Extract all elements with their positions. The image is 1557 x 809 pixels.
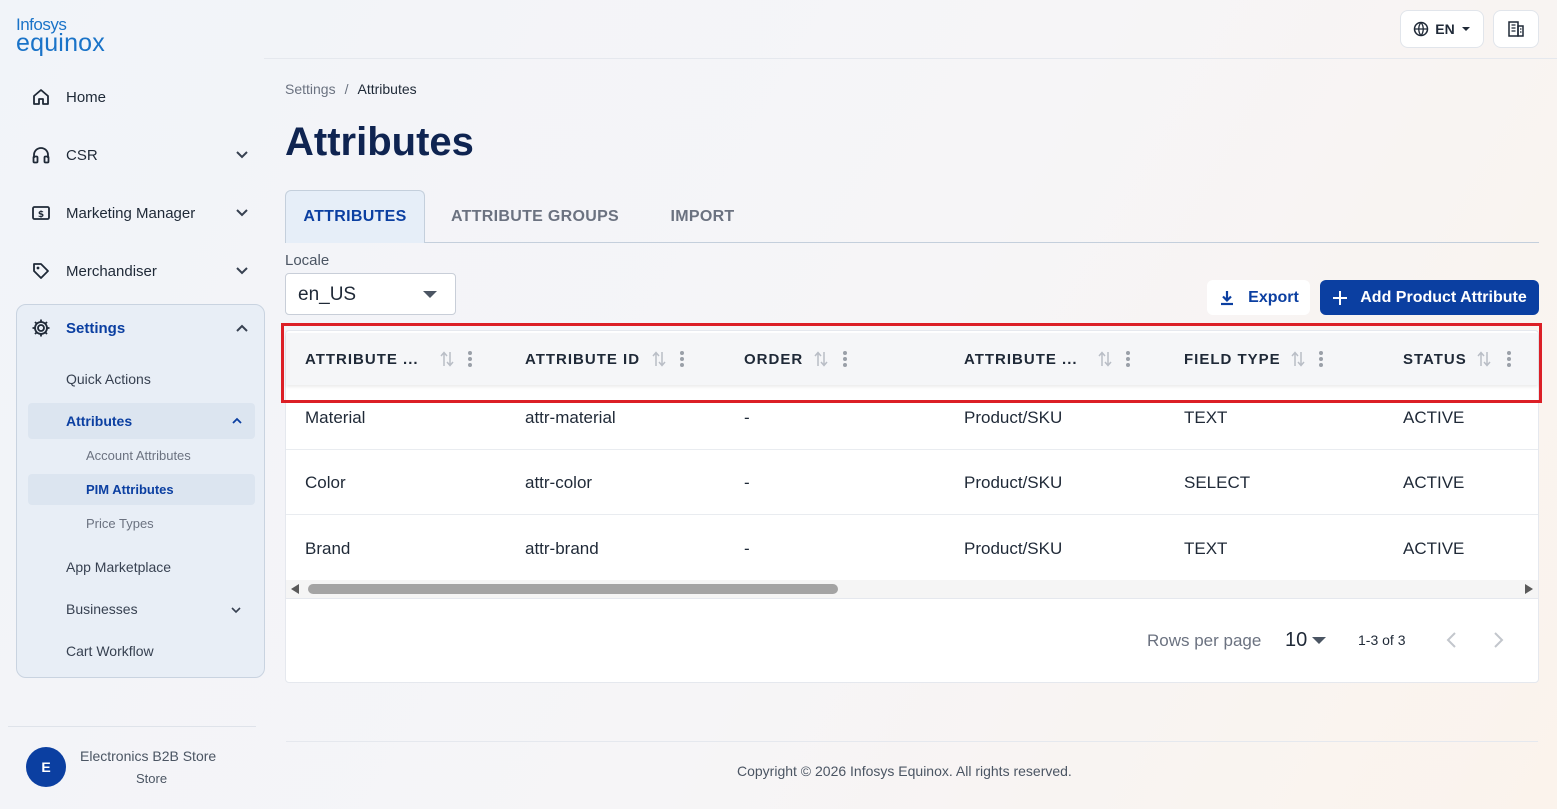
caret-down-icon [1461,27,1470,31]
rows-per-page-select[interactable]: 10 [1285,629,1307,652]
cell-order: - [744,539,750,558]
chevron-down-icon [231,607,241,614]
sidebar-item-label: Settings [66,319,126,337]
chevron-down-icon [236,267,248,275]
tab-import[interactable]: IMPORT [655,190,750,243]
breadcrumb-separator: / [344,81,349,97]
sidebar-item-pim-attributes[interactable]: PIM Attributes [28,474,255,505]
cell-field-type: TEXT [1184,408,1228,427]
sidebar-item-label: Home [66,88,107,106]
rows-per-page-label: Rows per page [1147,631,1262,650]
header-divider [264,58,1557,59]
svg-text:$: $ [38,210,44,220]
chevron-down-icon [236,209,248,217]
store-name[interactable]: Electronics B2B Store [80,748,216,764]
chevron-down-icon [236,151,248,159]
cell-status: ACTIVE [1403,539,1465,558]
breadcrumb: Settings / Attributes [285,81,417,97]
tab-attributes[interactable]: ATTRIBUTES [285,190,425,243]
sidebar-item-businesses[interactable]: Businesses [66,601,246,617]
cell-status: ACTIVE [1403,473,1465,492]
sidebar-item-quick-actions[interactable]: Quick Actions [66,371,151,387]
download-icon [1221,290,1234,305]
cell-attribute-type: Product/SKU [964,539,1063,558]
page-title: Attributes [285,120,474,164]
cell-attribute-id: attr-brand [525,539,599,558]
pagination-range: 1-3 of 3 [1358,632,1406,648]
sidebar-item-label: Merchandiser [66,262,157,280]
chevron-up-icon [236,324,248,332]
gear-icon [30,317,52,339]
sidebar-item-app-marketplace[interactable]: App Marketplace [66,559,171,575]
footer-divider [286,741,1538,742]
locale-select[interactable]: en_US [285,273,456,315]
table-row[interactable]: Material attr-material - Product/SKU TEX… [286,385,1538,450]
tab-attribute-groups[interactable]: ATTRIBUTE GROUPS [440,190,630,243]
cell-field-type: SELECT [1184,473,1251,492]
scrollbar-thumb[interactable] [308,584,838,594]
table-footer-divider [286,598,1538,599]
breadcrumb-current: Attributes [357,81,417,97]
scroll-left-arrow-icon[interactable] [291,584,299,594]
home-icon [30,86,52,108]
sidebar-item-account-attributes[interactable]: Account Attributes [86,448,191,463]
cell-attribute-name: Brand [305,539,351,558]
sidebar-item-csr[interactable]: CSR [30,135,252,175]
building-icon [1508,21,1524,37]
language-selector[interactable]: EN [1400,10,1484,48]
sidebar-item-label: CSR [66,146,98,164]
cell-attribute-type: Product/SKU [964,473,1063,492]
cell-attribute-id: attr-material [525,408,616,427]
next-page-icon[interactable] [1488,630,1508,650]
sidebar-item-label: Businesses [66,601,138,617]
brand-logo[interactable]: Infosys equinox [16,16,105,56]
sidebar-item-cart-workflow[interactable]: Cart Workflow [66,643,154,659]
sidebar-item-settings[interactable]: Settings [30,308,252,348]
horizontal-scrollbar[interactable] [286,580,1538,598]
locale-label: Locale [285,252,330,269]
scroll-right-arrow-icon[interactable] [1525,584,1533,594]
caret-down-icon [423,291,437,298]
sidebar-item-label: PIM Attributes [86,482,174,497]
previous-page-icon[interactable] [1442,630,1462,650]
copyright-text: Copyright © 2026 Infosys Equinox. All ri… [737,763,1072,779]
add-label: Add Product Attribute [1360,288,1527,306]
store-switcher-button[interactable] [1493,10,1539,48]
sidebar-item-label: Marketing Manager [66,204,196,222]
sidebar-item-home[interactable]: Home [30,77,252,117]
sidebar-item-attributes[interactable]: Attributes [28,403,255,439]
export-button[interactable]: Export [1207,280,1310,315]
sidebar-item-marketing-manager[interactable]: $ Marketing Manager [30,193,252,233]
language-label: EN [1435,21,1455,37]
sidebar-divider [8,726,256,727]
sidebar: Infosys equinox Home CSR $ Marketing Man… [0,0,272,809]
cell-attribute-type: Product/SKU [964,408,1063,427]
cell-attribute-id: attr-color [525,473,593,492]
add-product-attribute-button[interactable]: Add Product Attribute [1320,280,1539,315]
globe-icon [1414,21,1429,37]
table-row[interactable]: Brand attr-brand - Product/SKU TEXT ACTI… [286,515,1538,580]
plus-icon [1333,290,1348,305]
sidebar-item-merchandiser[interactable]: Merchandiser [30,251,252,291]
chevron-up-icon [232,417,242,424]
brand-line2: equinox [16,29,105,57]
caret-down-icon[interactable] [1312,637,1326,644]
store-type: Store [136,771,168,786]
cell-order: - [744,408,750,427]
breadcrumb-link-settings[interactable]: Settings [285,81,336,97]
table-row[interactable]: Color attr-color - Product/SKU SELECT AC… [286,450,1538,515]
headset-icon [30,144,52,166]
sidebar-item-price-types[interactable]: Price Types [86,516,154,531]
tag-icon [30,260,52,282]
sidebar-item-label: Attributes [66,413,133,429]
dollar-card-icon: $ [30,202,52,224]
cell-attribute-name: Color [305,473,346,492]
cell-order: - [744,473,750,492]
export-label: Export [1248,288,1299,306]
locale-value: en_US [298,284,357,305]
store-avatar[interactable]: E [26,747,66,787]
cell-field-type: TEXT [1184,539,1228,558]
cell-status: ACTIVE [1403,408,1465,427]
cell-attribute-name: Material [305,408,366,427]
